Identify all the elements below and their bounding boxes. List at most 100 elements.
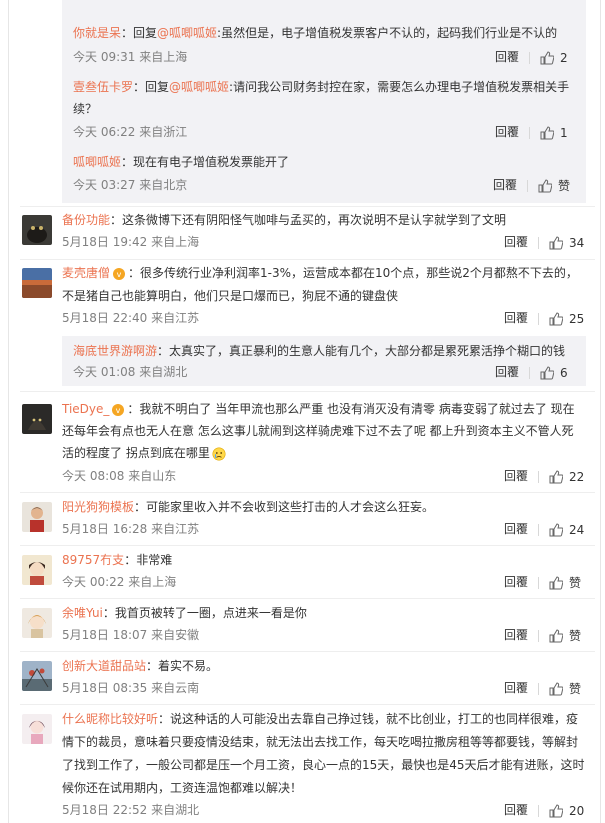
like-icon[interactable] <box>540 50 555 65</box>
comment-actions: 回覆 赞 <box>504 626 581 645</box>
reply-button[interactable]: 回覆 <box>504 522 528 536</box>
reply-button[interactable]: 回覆 <box>495 365 519 379</box>
avatar[interactable] <box>22 404 52 434</box>
divider <box>529 51 531 64</box>
username-link[interactable]: 89757冇支 <box>62 553 124 567</box>
username-link[interactable]: 阳光狗狗模板 <box>62 500 134 514</box>
like-icon[interactable] <box>549 469 564 484</box>
nested-reply-line: 你就是呆：回复@呱唧呱姬:虽然但是，电子增值税发票客户不认的，起码我们行业是不认… <box>73 22 557 44</box>
comment-content-cont: 了找到工作了，一般公司都是压一个月工资，良心一点的15天，最快也是45天后才能有… <box>62 758 585 772</box>
comment-content-cont: 还每年会有点也无人在意 怎么这事儿就闹到这样骑虎难下过不去了呢 都上升到资本主义… <box>62 424 574 438</box>
reply-button[interactable]: 回覆 <box>495 125 519 139</box>
reply-button[interactable]: 回覆 <box>495 50 519 64</box>
reply-time: 今天 09:31 <box>73 50 136 64</box>
like-icon[interactable] <box>549 628 564 643</box>
like-icon[interactable] <box>549 311 564 326</box>
avatar[interactable] <box>22 268 52 298</box>
like-icon[interactable] <box>549 235 564 250</box>
reply-meta: 今天 01:08 来自湖北 <box>73 361 187 383</box>
reply-button[interactable]: 回覆 <box>504 803 528 817</box>
reply-button[interactable]: 回覆 <box>504 575 528 589</box>
avatar[interactable] <box>22 502 52 532</box>
username-link[interactable]: 呱唧呱姬 <box>73 155 121 169</box>
reply-button[interactable]: 回覆 <box>504 628 528 642</box>
comment-meta: 今天 00:22 来自上海 <box>62 571 176 593</box>
like-icon[interactable] <box>540 125 555 140</box>
username-link[interactable]: 余唯Yui <box>62 606 103 620</box>
like-icon[interactable] <box>540 365 555 380</box>
divider <box>538 523 540 536</box>
avatar[interactable] <box>22 661 52 691</box>
comment-line: 阳光狗狗模板：可能家里收入并不会收到这些打击的人才会这么狂妄。 <box>62 496 434 518</box>
row-divider <box>20 259 595 260</box>
comment-source: 来自湖北 <box>151 803 200 817</box>
row-divider <box>20 704 595 705</box>
like-icon[interactable] <box>538 178 553 193</box>
comment-content-cont: 不是猪自己也能算明白，他们只是口爆而已，狗屁不通的键盘侠 <box>62 289 399 303</box>
username-link[interactable]: 你就是呆 <box>73 26 121 40</box>
comment-actions: 回覆 34 <box>504 233 584 252</box>
reply-button[interactable]: 回覆 <box>504 235 528 249</box>
avatar[interactable] <box>22 608 52 638</box>
divider <box>529 126 531 139</box>
comment-meta: 5月18日 16:28 来自江苏 <box>62 518 199 540</box>
row-divider <box>20 598 595 599</box>
crying-emoji-icon <box>212 447 226 461</box>
comment-content: ：我就不明白了 当年甲流也那么严重 也没有消灭没有清零 病毒变弱了就过去了 现在 <box>127 402 575 416</box>
username-link[interactable]: 什么昵称比较好听 <box>62 712 158 726</box>
vip-badge-icon: v <box>111 403 125 417</box>
username-link[interactable]: 创新大道甜品站 <box>62 659 146 673</box>
reply-text: ：回复 <box>133 80 170 94</box>
comment-list-panel: 你就是呆：回复@呱唧呱姬:虽然但是，电子增值税发票客户不认的，起码我们行业是不认… <box>0 0 605 823</box>
avatar[interactable] <box>22 714 52 744</box>
reply-source: 来自湖北 <box>139 365 188 379</box>
reply-actions: 回覆 6 <box>495 363 568 382</box>
username-link[interactable]: 备份功能 <box>62 213 110 227</box>
comment-source: 来自山东 <box>128 469 177 483</box>
avatar[interactable] <box>22 215 52 245</box>
comment-line: 创新大道甜品站：着实不易。 <box>62 655 218 677</box>
comment-time: 5月18日 22:52 <box>62 803 148 817</box>
nested-reply-line: 呱唧呱姬：现在有电子增值税发票能开了 <box>73 151 289 173</box>
reply-source: 来自浙江 <box>139 125 188 139</box>
svg-text:v: v <box>116 406 121 415</box>
nested-reply-line: 海底世界游啊游：太真实了，真正暴利的生意人能有几个，大部分都是累死累活挣个糊口的… <box>73 340 565 362</box>
comment-content: ：说这种话的人可能没出去靠自己挣过钱，就不比创业，打工的也同样很难，疫 <box>158 712 579 726</box>
comment-meta: 5月18日 08:35 来自云南 <box>62 677 199 699</box>
comment-source: 来自上海 <box>128 575 177 589</box>
reply-button[interactable]: 回覆 <box>504 469 528 483</box>
reply-button[interactable]: 回覆 <box>493 178 517 192</box>
mention-link[interactable]: @呱唧呱姬 <box>169 80 229 94</box>
divider <box>538 629 540 642</box>
reply-content-cont: 续？ <box>73 102 98 116</box>
comment-line: 余唯Yui：我首页被转了一圈，点进来一看是你 <box>62 602 307 624</box>
comment-source: 来自上海 <box>151 235 200 249</box>
comment-content: ：可能家里收入并不会收到这些打击的人才会这么狂妄。 <box>134 500 435 514</box>
reply-actions: 回覆 赞 <box>493 176 570 195</box>
comment-actions: 回覆 赞 <box>504 573 581 592</box>
username-link[interactable]: 壹叁伍卡罗 <box>73 80 133 94</box>
comment-content: ：非常难 <box>124 553 173 567</box>
avatar[interactable] <box>22 555 52 585</box>
comment-actions: 回覆 赞 <box>504 679 581 698</box>
comment-meta: 5月18日 22:52 来自湖北 <box>62 799 199 821</box>
username-link[interactable]: 海底世界游啊游 <box>73 344 157 358</box>
username-link[interactable]: TieDye_ <box>62 402 109 416</box>
divider <box>529 366 531 379</box>
comment-line: 麦壳唐僧 v ：很多传统行业净利润率1-3%，运营成本都在10个点，那些说2个月都熬… <box>62 262 578 284</box>
username-link[interactable]: 麦壳唐僧 <box>62 266 110 280</box>
comment-line: 什么昵称比较好听：说这种话的人可能没出去靠自己挣过钱，就不比创业，打工的也同样很… <box>62 708 578 730</box>
reply-button[interactable]: 回覆 <box>504 681 528 695</box>
like-count: 22 <box>569 469 585 484</box>
mention-link[interactable]: @呱唧呱姬 <box>157 26 217 40</box>
reply-button[interactable]: 回覆 <box>504 311 528 325</box>
like-icon[interactable] <box>549 575 564 590</box>
like-icon[interactable] <box>549 522 564 537</box>
comment-time: 5月18日 16:28 <box>62 522 148 536</box>
reply-meta: 今天 03:27 来自北京 <box>73 174 187 196</box>
comment-content: ：我首页被转了一圈，点进来一看是你 <box>102 606 307 620</box>
like-icon[interactable] <box>549 803 564 818</box>
reply-content: :虽然但是，电子增值税发票客户不认的，起码我们行业是不认的 <box>217 26 558 40</box>
like-icon[interactable] <box>549 681 564 696</box>
divider <box>538 804 540 817</box>
